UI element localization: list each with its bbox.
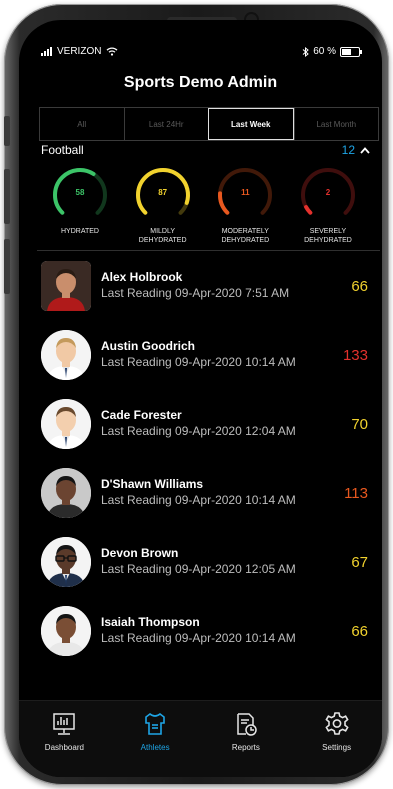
time-filter-tabs: All Last 24Hr Last Week Last Month xyxy=(39,107,379,141)
last-reading: Last Reading 09-Apr-2020 10:14 AM xyxy=(101,631,296,645)
gauge-label-line1: HYDRATED xyxy=(61,228,99,235)
nav-athletes[interactable]: Athletes xyxy=(110,701,201,777)
gauge-label: SEVERELY DEHYDRATED xyxy=(287,227,369,245)
status-bar: VERIZON 60 % xyxy=(19,46,382,62)
reading-value: 66 xyxy=(351,278,368,295)
nav-label: Reports xyxy=(231,743,260,752)
mute-switch xyxy=(4,116,10,146)
athlete-name: Cade Forester xyxy=(101,408,182,422)
athlete-list: Alex Holbrook Last Reading 09-Apr-2020 7:… xyxy=(19,253,382,667)
reading-value: 133 xyxy=(342,347,368,364)
battery-percent: 60 % xyxy=(313,46,336,57)
gauge-label-line1: SEVERELY xyxy=(309,228,347,235)
battery-icon xyxy=(340,46,362,57)
avatar xyxy=(41,399,91,449)
team-count[interactable]: 12 xyxy=(342,143,370,157)
gear-icon xyxy=(291,711,382,737)
gauge-label-line2: DEHYDRATED xyxy=(221,237,270,244)
gauge-value: 87 xyxy=(158,188,168,197)
athlete-row[interactable]: Cade Forester Last Reading 09-Apr-2020 12… xyxy=(19,391,382,460)
athlete-name: Devon Brown xyxy=(101,546,179,560)
team-count-value: 12 xyxy=(341,143,355,157)
gauge-label: MILDLY DEHYDRATED xyxy=(122,227,204,245)
gauge-label-line1: MILDLY xyxy=(150,228,176,235)
athlete-row[interactable]: D'Shawn Williams Last Reading 09-Apr-2020… xyxy=(19,460,382,529)
tab-last-month[interactable]: Last Month xyxy=(293,108,379,140)
team-name: Football xyxy=(41,143,84,157)
tab-last-week[interactable]: Last Week xyxy=(208,108,294,140)
wifi-icon xyxy=(106,47,118,56)
last-reading: Last Reading 09-Apr-2020 10:14 AM xyxy=(101,493,296,507)
gauge-severely[interactable]: 2 SEVERELY DEHYDRATED xyxy=(287,165,369,245)
gauge-value: 2 xyxy=(325,188,331,197)
athlete-row[interactable]: Devon Brown Last Reading 09-Apr-2020 12:0… xyxy=(19,529,382,598)
athlete-row[interactable]: Alex Holbrook Last Reading 09-Apr-2020 7:… xyxy=(19,253,382,322)
reading-value: 66 xyxy=(351,623,368,640)
bluetooth-icon xyxy=(302,46,309,57)
avatar xyxy=(41,261,91,311)
signal-icon xyxy=(41,47,52,56)
gauge-label-line2: DEHYDRATED xyxy=(304,237,352,244)
nav-label: Dashboard xyxy=(44,743,84,752)
app-screen: VERIZON 60 % Sports Demo Admin All Last 2… xyxy=(19,20,382,777)
gauge-value: 11 xyxy=(241,188,250,197)
gauge-label-line2: DEHYDRATED xyxy=(138,237,187,244)
dashboard-icon xyxy=(19,711,110,737)
nav-label: Athletes xyxy=(140,743,170,752)
volume-down-button xyxy=(4,239,10,294)
nav-dashboard[interactable]: Dashboard xyxy=(19,701,110,777)
gauge-hydrated[interactable]: 58 HYDRATED xyxy=(39,165,121,245)
gauge-label: HYDRATED xyxy=(39,227,121,236)
last-reading: Last Reading 09-Apr-2020 12:05 AM xyxy=(101,562,296,576)
team-section-header[interactable]: Football 12 xyxy=(39,143,382,157)
avatar xyxy=(41,330,91,380)
nav-label: Settings xyxy=(322,743,352,752)
page-title: Sports Demo Admin xyxy=(123,74,278,91)
reading-value: 70 xyxy=(351,416,368,433)
athlete-name: Isaiah Thompson xyxy=(101,615,200,629)
gauge-label-line1: MODERATELY xyxy=(221,228,269,235)
carrier-name: VERIZON xyxy=(57,46,102,57)
avatar xyxy=(41,606,91,656)
phone-frame: VERIZON 60 % Sports Demo Admin All Last 2… xyxy=(4,4,389,785)
avatar xyxy=(41,537,91,587)
reports-icon xyxy=(201,711,292,737)
gauge-mildly[interactable]: 87 MILDLY DEHYDRATED xyxy=(122,165,204,245)
last-reading: Last Reading 09-Apr-2020 10:14 AM xyxy=(101,355,296,369)
avatar xyxy=(41,468,91,518)
tab-all[interactable]: All xyxy=(40,108,124,140)
hydration-gauges: 58 HYDRATED 87 MILDLY DEHYDRATED 11 MODERATELY… xyxy=(39,165,369,245)
divider xyxy=(37,250,380,251)
gauge-label: MODERATELY DEHYDRATED xyxy=(204,227,286,245)
gauge-moderately[interactable]: 11 MODERATELY DEHYDRATED xyxy=(204,165,286,245)
tab-last-24hr[interactable]: Last 24Hr xyxy=(123,108,209,140)
gauge-value: 58 xyxy=(75,188,85,197)
athlete-name: D'Shawn Williams xyxy=(101,477,204,491)
athlete-name: Alex Holbrook xyxy=(101,270,183,284)
athlete-row[interactable]: Isaiah Thompson Last Reading 09-Apr-2020 … xyxy=(19,598,382,667)
nav-reports[interactable]: Reports xyxy=(201,701,292,777)
last-reading: Last Reading 09-Apr-2020 12:04 AM xyxy=(101,424,296,438)
reading-value: 67 xyxy=(351,554,368,571)
bottom-nav: Dashboard Athletes Reports Settings xyxy=(19,700,382,777)
athlete-name: Austin Goodrich xyxy=(101,339,195,353)
volume-up-button xyxy=(4,169,10,224)
last-reading: Last Reading 09-Apr-2020 7:51 AM xyxy=(101,286,290,300)
athlete-row[interactable]: Austin Goodrich Last Reading 09-Apr-2020 … xyxy=(19,322,382,391)
nav-settings[interactable]: Settings xyxy=(291,701,382,777)
chevron-up-icon[interactable] xyxy=(360,146,370,154)
jersey-icon xyxy=(110,711,201,737)
reading-value: 113 xyxy=(344,485,368,502)
